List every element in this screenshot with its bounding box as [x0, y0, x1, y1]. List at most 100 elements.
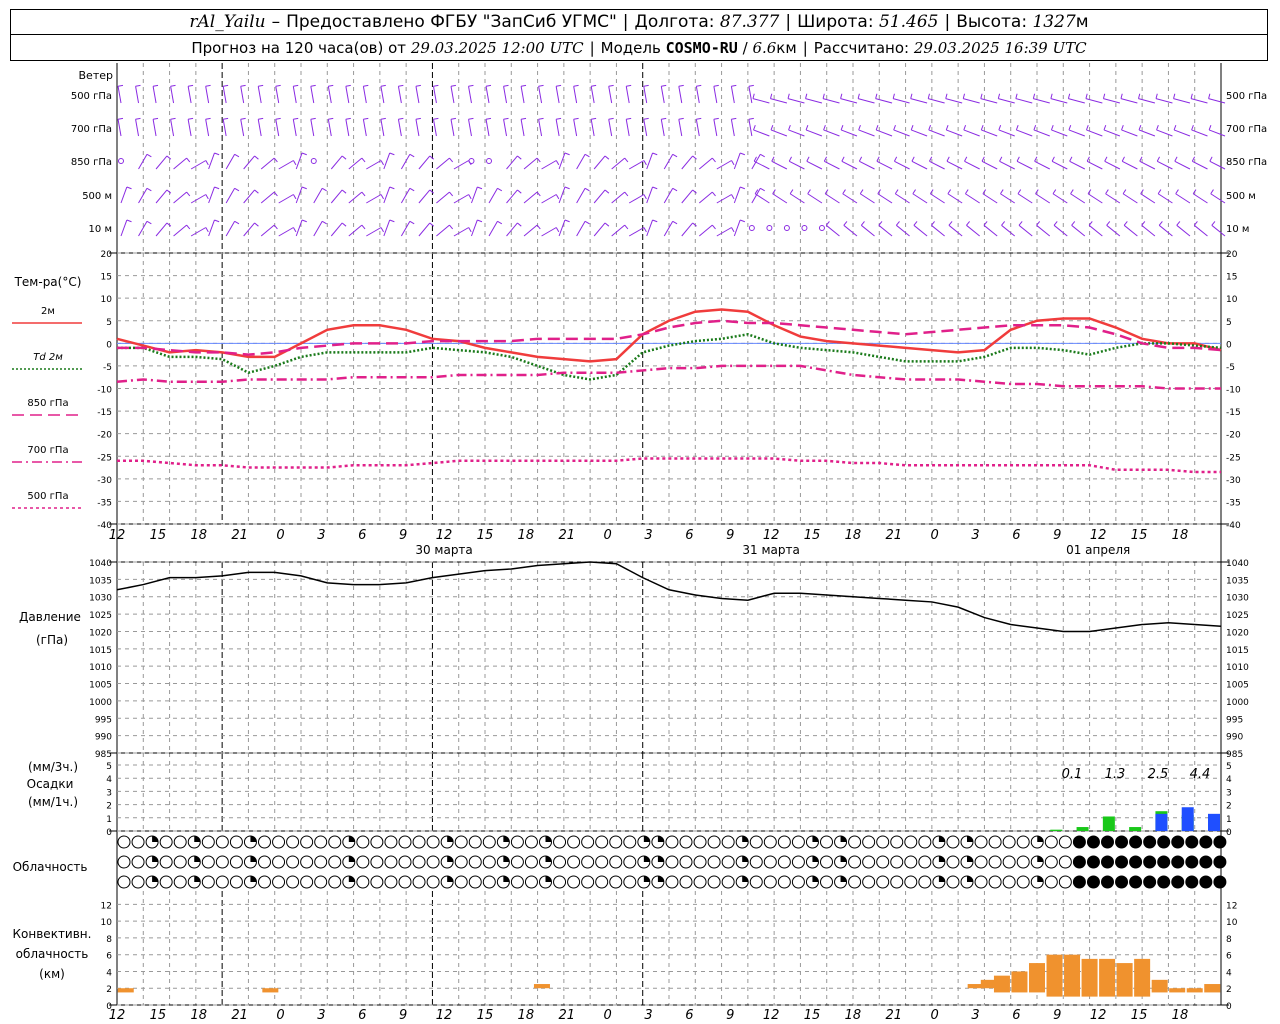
cloud-cover-fill — [643, 856, 650, 862]
cloud-cover-circle — [609, 875, 623, 889]
pressure-tick-left: 1030 — [89, 594, 112, 604]
conv-cloud-bar — [1169, 988, 1186, 993]
cloud-cover-fill — [1037, 836, 1044, 842]
wind-barb-feather — [450, 117, 457, 120]
wind-barb — [1122, 160, 1138, 170]
cloud-cover-fill — [152, 856, 159, 862]
wind-barb — [698, 157, 713, 170]
wind-barb — [576, 154, 586, 170]
wind-barb-feather — [117, 84, 124, 87]
wind-barb — [1191, 129, 1208, 137]
x-tick-label-bottom: 12 — [1090, 1008, 1107, 1023]
cloud-cover-circle — [356, 835, 370, 849]
wind-barb-feather — [1210, 189, 1214, 195]
wind-barb-feather — [910, 125, 914, 131]
wind-barb — [471, 186, 478, 204]
wind-barb-feather — [731, 194, 735, 200]
temp-tick-right: -10 — [1226, 386, 1241, 396]
wind-barb — [173, 224, 187, 237]
cloud-cover-fill — [657, 856, 664, 862]
wind-barb-feather — [223, 84, 229, 87]
conv-tick-left: 4 — [106, 968, 112, 978]
wind-barb — [432, 119, 437, 137]
wind-barb-feather — [626, 117, 632, 120]
wind-barb-feather — [1208, 93, 1211, 99]
precip-bar — [1155, 813, 1168, 831]
wind-barb-feather — [713, 117, 719, 120]
cloud-cover-fill — [194, 836, 201, 842]
wind-calm-circle — [468, 158, 475, 164]
conv-tick-right: 6 — [1226, 952, 1232, 962]
wind-barb-feather — [945, 93, 948, 99]
wind-barb-feather — [341, 222, 347, 227]
conv-title-2: облачность — [16, 947, 89, 961]
precip-tick-right: 4 — [1226, 775, 1232, 785]
wind-barb-feather — [389, 219, 395, 223]
cloud-cover-circle — [791, 835, 805, 849]
wind-barb — [860, 224, 875, 237]
cloud-cover-circle — [117, 875, 131, 889]
cloud-cover-circle — [904, 835, 918, 849]
temp-tick-right: 0 — [1226, 340, 1232, 350]
wind-barb-feather — [770, 93, 773, 99]
wind-barb — [858, 129, 875, 137]
wind-barb — [980, 98, 998, 104]
wind-barb-feather — [186, 191, 191, 197]
temp-tick-right: 5 — [1226, 318, 1232, 328]
wind-calm-circle — [766, 225, 773, 231]
x-tick-label: 9 — [399, 528, 407, 543]
temp-tick-left: 15 — [101, 273, 112, 283]
cloud-cover-circle — [721, 855, 735, 869]
cloud-cover-circle — [426, 875, 440, 889]
wind-barb — [187, 86, 192, 104]
wind-barb — [208, 152, 215, 170]
cloud-cover-fill — [545, 856, 552, 862]
cloud-cover-fill — [742, 876, 749, 882]
wind-barb — [913, 224, 928, 237]
wind-barb — [345, 119, 350, 137]
conv-tick-right: 2 — [1226, 985, 1232, 995]
wind-barb — [733, 219, 741, 237]
wind-barb — [611, 157, 626, 170]
wind-barb — [120, 219, 128, 237]
wind-barb — [173, 191, 187, 204]
wind-barb — [963, 98, 980, 104]
wind-barb — [1140, 193, 1156, 204]
conv-cloud-bar — [262, 988, 279, 993]
cloud-cover-circle — [693, 875, 707, 889]
temp-tick-right: -5 — [1226, 363, 1235, 373]
temp-tick-left: -15 — [97, 408, 112, 418]
wind-barb-feather — [822, 93, 825, 99]
wind-barb-feather — [1015, 125, 1019, 131]
wind-barb-feather — [1053, 221, 1058, 226]
wind-barb-feather — [945, 125, 949, 131]
wind-barb-feather — [449, 191, 454, 197]
wind-barb-feather — [858, 156, 863, 162]
cloud-cover-circle — [721, 835, 735, 849]
cloud-cover-circle — [468, 855, 482, 869]
wind-barb — [608, 86, 613, 104]
wind-barb — [787, 98, 805, 104]
wind-barb-feather — [1033, 125, 1037, 131]
wind-barb-feather — [928, 125, 932, 131]
wind-barb-feather — [752, 93, 755, 99]
cloud-cover-fill — [938, 856, 945, 862]
cloud-cover-circle — [567, 855, 581, 869]
wind-barb-feather — [170, 84, 176, 87]
cloud-cover-circle — [454, 875, 468, 889]
cloud-cover-circle — [581, 835, 595, 849]
wind-barb — [436, 157, 450, 170]
cloud-cover-circle — [1115, 835, 1129, 849]
precip-title: Осадки — [27, 777, 74, 791]
cloud-cover-fill — [967, 836, 973, 842]
wind-level-label: 10 м — [89, 224, 112, 235]
wind-barb — [120, 186, 128, 204]
wind-barb — [257, 119, 262, 137]
wind-barb-feather — [895, 221, 900, 226]
wind-barb-feather — [739, 186, 746, 190]
cloud-cover-circle — [328, 875, 342, 889]
pressure-tick-left: 1035 — [89, 576, 112, 586]
temp-tick-right: 10 — [1226, 295, 1238, 305]
wind-barb-feather — [894, 189, 899, 195]
temp-tick-left: -5 — [103, 363, 112, 373]
